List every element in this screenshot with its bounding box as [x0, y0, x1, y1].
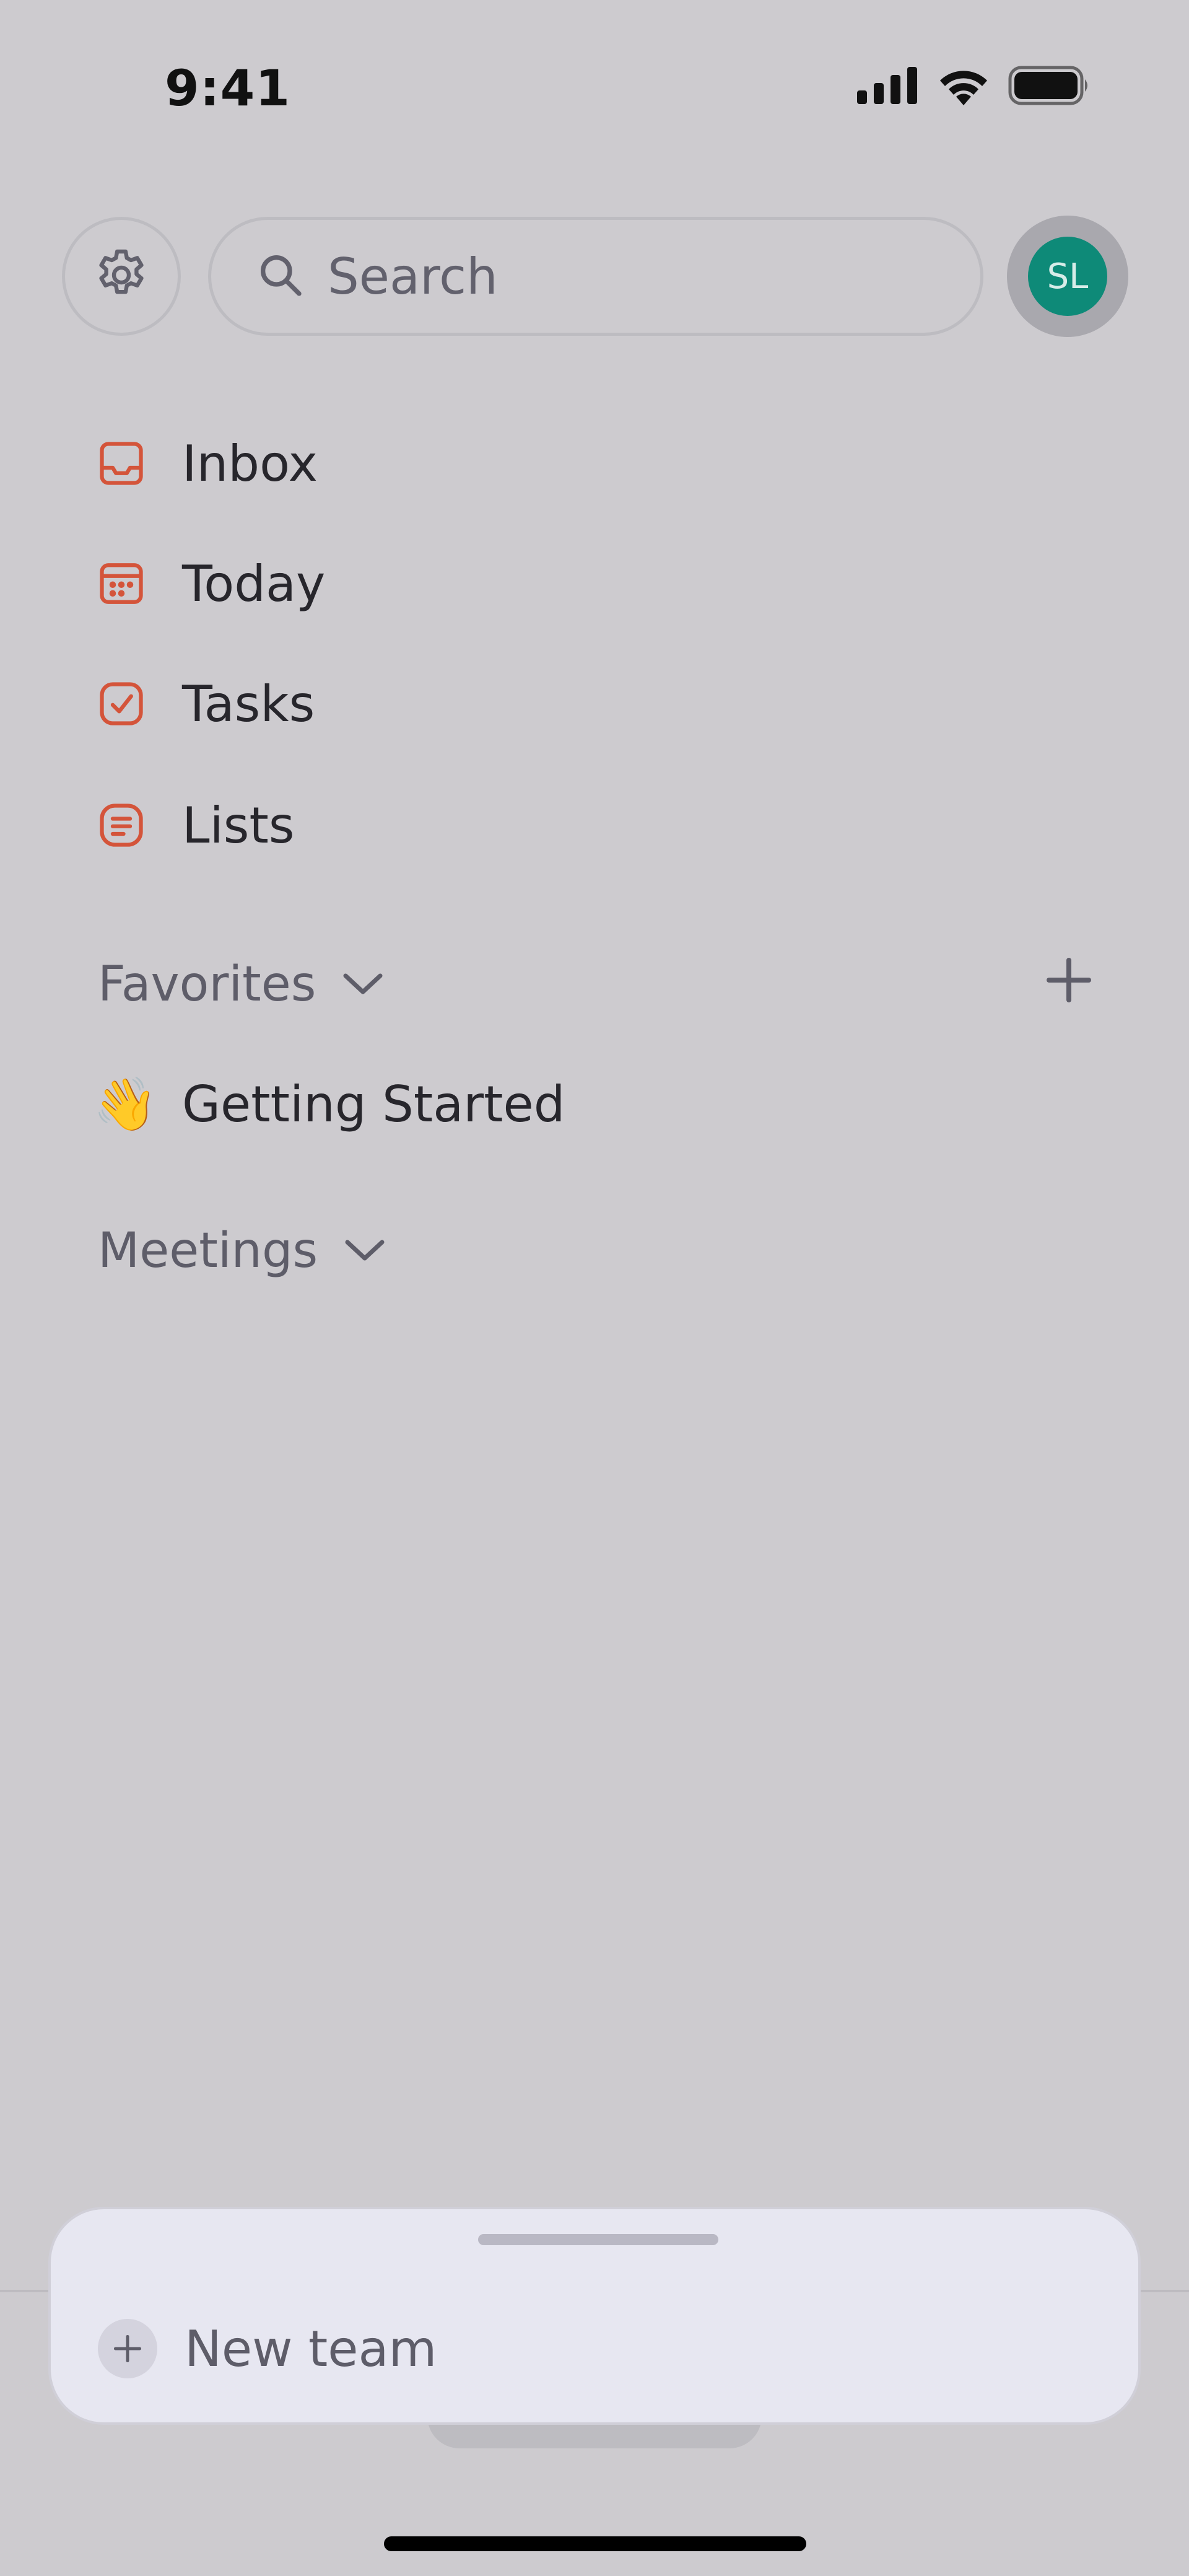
list-icon [93, 797, 150, 854]
battery-icon [1008, 66, 1090, 105]
nav-label-today: Today [182, 554, 326, 613]
settings-button[interactable] [62, 217, 181, 336]
favorites-section-header[interactable]: Favorites [98, 950, 385, 1019]
nav-item-tasks[interactable]: Tasks [93, 667, 315, 741]
calendar-icon [93, 555, 150, 612]
sheet-drag-handle[interactable] [478, 2234, 718, 2245]
search-input[interactable]: Search [208, 217, 983, 336]
new-team-button[interactable]: New team [98, 2315, 437, 2383]
inbox-icon [93, 435, 150, 492]
new-team-label: New team [185, 2320, 437, 2378]
wifi-icon [936, 66, 991, 105]
nav-item-today[interactable]: Today [93, 546, 325, 621]
cellular-signal-icon [857, 67, 919, 104]
nav-item-lists[interactable]: Lists [93, 788, 295, 862]
status-icons [857, 66, 1090, 105]
status-time: 9:41 [165, 59, 290, 117]
meetings-label: Meetings [98, 1223, 318, 1279]
meetings-section-header[interactable]: Meetings [98, 1217, 387, 1285]
waving-hand-icon: 👋 [93, 1073, 158, 1134]
nav-label-tasks: Tasks [182, 675, 315, 733]
avatar: SL [1028, 237, 1107, 316]
plus-icon [1044, 955, 1094, 1007]
chevron-down-icon [341, 971, 385, 998]
add-favorite-button[interactable] [1038, 950, 1100, 1012]
chevron-down-icon [342, 1237, 387, 1264]
favorite-label: Getting Started [182, 1075, 565, 1133]
nav-label-lists: Lists [182, 796, 295, 854]
profile-button[interactable]: SL [1007, 216, 1128, 337]
favorites-label: Favorites [98, 957, 316, 1012]
nav-item-inbox[interactable]: Inbox [93, 426, 318, 501]
nav-label-inbox: Inbox [182, 434, 318, 493]
search-icon [256, 250, 305, 302]
favorite-item-getting-started[interactable]: 👋 Getting Started [93, 1067, 565, 1141]
plus-icon [98, 2319, 157, 2378]
home-indicator[interactable] [384, 2536, 806, 2551]
checkbox-icon [93, 675, 150, 732]
search-placeholder: Search [328, 247, 498, 305]
bottom-sheet: New team [48, 2207, 1141, 2425]
gear-icon [92, 245, 151, 307]
